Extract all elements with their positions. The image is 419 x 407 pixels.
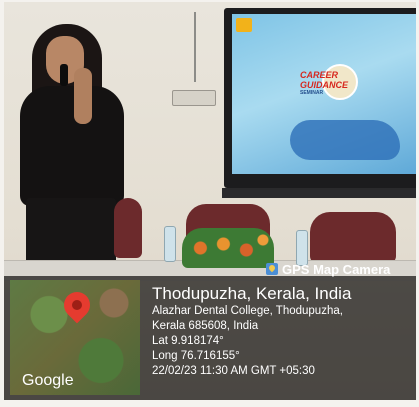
location-datetime: 22/02/23 11:30 AM GMT +05:30 bbox=[152, 365, 315, 377]
location-address-line1: Alazhar Dental College, Thodupuzha, bbox=[152, 305, 343, 317]
location-longitude: Long 76.716155° bbox=[152, 350, 240, 362]
wall-cable bbox=[194, 12, 196, 82]
slide-title: CAREER GUIDANCE SEMINAR bbox=[300, 70, 348, 96]
gps-camera-badge: GPS Map Camera bbox=[266, 260, 390, 278]
chair bbox=[310, 212, 396, 264]
slide-logo-icon bbox=[236, 18, 252, 32]
screen-stand bbox=[222, 188, 416, 198]
location-latitude: Lat 9.918174° bbox=[152, 335, 224, 347]
slide-title-small: SEMINAR bbox=[300, 90, 324, 96]
location-address-line2: Kerala 685608, India bbox=[152, 320, 259, 332]
photo-border bbox=[0, 400, 419, 407]
speaker-body bbox=[20, 86, 124, 206]
slide-title-line2: GUIDANCE bbox=[300, 80, 349, 90]
location-city: Thodupuzha, Kerala, India bbox=[152, 284, 352, 303]
map-camera-icon bbox=[266, 263, 278, 275]
presentation-screen bbox=[224, 8, 416, 188]
speaker-arm bbox=[74, 68, 92, 124]
location-info: Thodupuzha, Kerala, India Alazhar Dental… bbox=[152, 284, 414, 379]
badge-label: GPS Map Camera bbox=[282, 261, 391, 277]
water-bottle bbox=[164, 226, 176, 262]
chair bbox=[114, 198, 142, 258]
microphone-icon bbox=[60, 64, 68, 86]
slide-title-line1: CAREER bbox=[300, 70, 339, 80]
power-outlet bbox=[172, 90, 216, 106]
flower-bouquet bbox=[182, 228, 274, 268]
map-brand: Google bbox=[22, 372, 74, 389]
slide-graphic bbox=[290, 120, 400, 160]
